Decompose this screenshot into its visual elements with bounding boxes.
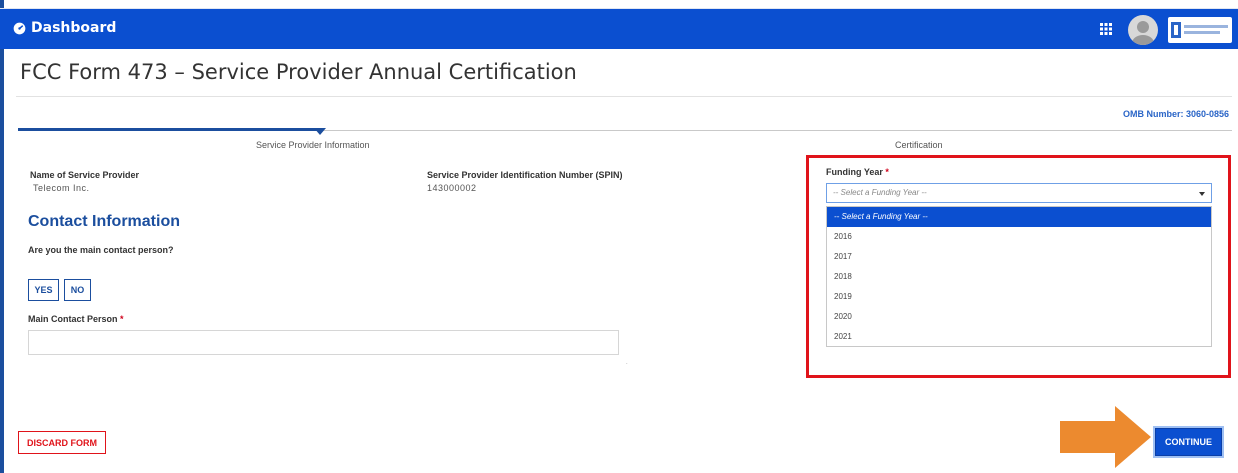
funding-year-option-2019[interactable]: 2019 [827,287,1211,307]
step-service-provider-information[interactable]: Service Provider Information [256,140,370,150]
spin-value: 143000002 [427,183,477,193]
window-edge [0,0,4,473]
funding-year-option-placeholder[interactable]: -- Select a Funding Year -- [827,207,1211,227]
main-contact-person-label: Main Contact Person * [28,314,124,324]
continue-button[interactable]: CONTINUE [1153,426,1224,458]
funding-year-select[interactable]: -- Select a Funding Year -- [826,183,1212,203]
page-title: FCC Form 473 – Service Provider Annual C… [20,60,577,84]
apps-grid-icon[interactable] [1100,23,1112,35]
step-certification[interactable]: Certification [895,140,943,150]
spin-label: Service Provider Identification Number (… [427,170,623,180]
discard-form-button[interactable]: DISCARD FORM [18,431,106,454]
provider-name-label: Name of Service Provider [30,170,140,180]
arrow-right-icon [1060,406,1151,468]
omb-number: OMB Number: 3060-0856 [1122,109,1229,119]
main-contact-question: Are you the main contact person? [28,245,174,255]
dashboard-link[interactable]: Dashboard [13,20,116,36]
dashboard-label: Dashboard [31,20,117,36]
step-progress-active [18,128,320,131]
funding-year-option-2018[interactable]: 2018 [827,267,1211,287]
step-active-indicator [314,128,326,135]
main-contact-person-input[interactable] [28,330,619,355]
provider-name-value: Telecom Inc. [33,183,90,193]
dashboard-icon [13,22,26,34]
contact-information-heading: Contact Information [28,213,180,230]
top-navbar: Dashboard [0,8,1238,49]
funding-year-option-2021[interactable]: 2021 [827,327,1211,347]
chevron-down-icon [1199,192,1205,196]
funding-year-option-2017[interactable]: 2017 [827,247,1211,267]
funding-year-label: Funding Year * [826,167,889,177]
resize-marker: . [626,360,628,366]
usac-logo [1168,17,1232,43]
user-avatar[interactable] [1128,15,1158,45]
funding-year-option-2016[interactable]: 2016 [827,227,1211,247]
no-button[interactable]: NO [64,279,91,301]
yes-button[interactable]: YES [28,279,59,301]
title-divider [16,96,1232,97]
funding-year-dropdown: -- Select a Funding Year -- 2016 2017 20… [826,206,1212,347]
funding-year-option-2020[interactable]: 2020 [827,307,1211,327]
user-silhouette-icon [1132,21,1154,45]
funding-year-selected-value: -- Select a Funding Year -- [833,188,927,197]
